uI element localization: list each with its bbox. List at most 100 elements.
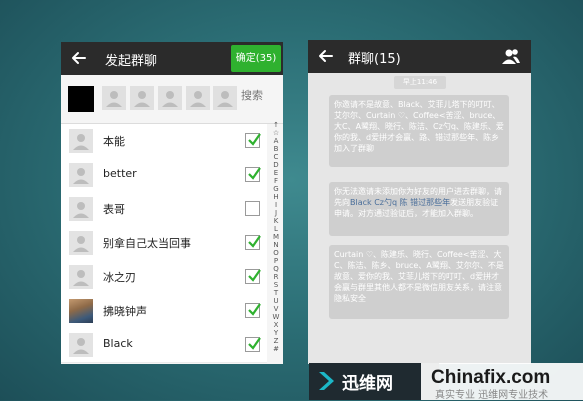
index-letter[interactable]: B (270, 145, 282, 153)
contact-row[interactable]: 拂晓钟声 (61, 294, 267, 329)
contact-name: better (103, 167, 137, 180)
index-letter[interactable]: E (270, 169, 282, 177)
contact-row[interactable]: 本能 (61, 124, 267, 159)
contact-name: Black (103, 337, 133, 350)
index-letter[interactable]: L (270, 225, 282, 233)
contact-name: 冰之刃 (103, 271, 136, 284)
chat-title: 群聊(15) (348, 52, 401, 67)
selected-members-strip (61, 75, 283, 124)
index-letter[interactable]: # (270, 345, 282, 353)
contact-name: 别拿自己太当回事 (103, 237, 191, 250)
system-message-text: Curtain ♡、陈建乐、晓行、Coffee<苦涩、大C、陈洁、陈乡、bruc… (334, 250, 504, 303)
checkmark-icon (248, 337, 261, 350)
system-message: Curtain ♡、陈建乐、晓行、Coffee<苦涩、大C、陈洁、陈乡、bruc… (329, 245, 509, 319)
back-arrow-icon[interactable] (317, 47, 335, 65)
user-placeholder-icon (73, 168, 89, 184)
user-placeholder-icon (73, 134, 89, 150)
index-letter[interactable]: M (270, 233, 282, 241)
contact-name: 表哥 (103, 203, 125, 216)
selected-avatar[interactable] (68, 86, 94, 112)
page-title: 发起群聊 (105, 54, 158, 69)
empty-slot-avatar (213, 86, 237, 110)
checkmark-icon (248, 269, 261, 282)
empty-slot-avatar (130, 86, 154, 110)
contact-avatar (69, 333, 93, 357)
index-letter[interactable]: ☆ (270, 129, 282, 137)
site-watermark: 迅维网 Chinafix.com 真实专业 迅维网专业技术 (309, 363, 583, 401)
contact-checkbox[interactable] (245, 235, 261, 250)
alphabet-index-bar[interactable]: ↑ ☆ A B C D E F G H I J K L M N O P Q R S T U V W X Y Z # (270, 121, 282, 364)
user-placeholder-icon (73, 202, 89, 218)
top-bar: 群聊(15) (308, 40, 531, 73)
contact-checkbox[interactable] (245, 167, 261, 182)
contact-avatar (69, 265, 93, 289)
index-letter[interactable]: T (270, 289, 282, 297)
index-letter[interactable]: O (270, 249, 282, 257)
contact-link[interactable]: Black Cz勺q 陈 错过那些年 (350, 198, 450, 207)
system-message: 你无法邀请未添加你为好友的用户进去群聊，请先向Black Cz勺q 陈 错过那些… (329, 182, 509, 236)
user-placeholder-icon (73, 338, 89, 354)
index-letter[interactable]: U (270, 297, 282, 305)
contact-avatar (69, 163, 93, 187)
brand-name: 迅维网 (342, 374, 393, 394)
empty-slot-avatar (102, 86, 126, 110)
user-placeholder-icon (106, 91, 122, 107)
index-letter[interactable]: X (270, 321, 282, 329)
index-letter[interactable]: A (270, 137, 282, 145)
contact-checkbox[interactable] (245, 337, 261, 352)
index-letter[interactable]: S (270, 281, 282, 289)
user-placeholder-icon (190, 91, 206, 107)
group-chat-screen: 群聊(15) 早上11:46 你邀请不是故意、Black、艾菲儿塔下的叮叮、艾尔… (308, 40, 531, 364)
system-message: 你邀请不是故意、Black、艾菲儿塔下的叮叮、艾尔尔、Curtain ♡、Cof… (329, 95, 509, 167)
index-letter[interactable]: K (270, 217, 282, 225)
index-letter[interactable]: D (270, 161, 282, 169)
user-placeholder-icon (73, 236, 89, 252)
confirm-button[interactable]: 确定(35) (231, 45, 281, 72)
empty-slot-avatar (186, 86, 210, 110)
user-placeholder-icon (217, 91, 233, 107)
index-letter[interactable]: Q (270, 265, 282, 273)
index-letter[interactable]: N (270, 241, 282, 249)
checkmark-icon (248, 303, 261, 316)
contact-checkbox[interactable] (245, 303, 261, 318)
contact-avatar (69, 197, 93, 221)
user-placeholder-icon (134, 91, 150, 107)
index-letter[interactable]: ↑ (270, 121, 282, 129)
index-letter[interactable]: V (270, 305, 282, 313)
index-letter[interactable]: F (270, 177, 282, 185)
create-group-screen: 发起群聊 确定(35) 本能 better 表哥别拿自己太当回事冰之刃拂晓钟声 Bla… (61, 42, 283, 364)
brand-tagline: 真实专业 迅维网专业技术 (435, 390, 549, 401)
user-placeholder-icon (73, 270, 89, 286)
checkmark-icon (248, 235, 261, 248)
index-letter[interactable]: Y (270, 329, 282, 337)
contact-row[interactable]: better (61, 158, 267, 193)
index-letter[interactable]: J (270, 209, 282, 217)
index-letter[interactable]: H (270, 193, 282, 201)
group-members-icon[interactable] (501, 47, 521, 65)
contact-row[interactable]: 别拿自己太当回事 (61, 226, 267, 261)
user-placeholder-icon (162, 91, 178, 107)
checkmark-icon (248, 133, 261, 146)
contact-row[interactable]: 冰之刃 (61, 260, 267, 295)
index-letter[interactable]: Z (270, 337, 282, 345)
contact-avatar (69, 129, 93, 153)
system-message-text: 你邀请不是故意、Black、艾菲儿塔下的叮叮、艾尔尔、Curtain ♡、Cof… (334, 100, 504, 153)
contact-avatar (69, 231, 93, 255)
index-letter[interactable]: I (270, 201, 282, 209)
index-letter[interactable]: C (270, 153, 282, 161)
index-letter[interactable]: P (270, 257, 282, 265)
index-letter[interactable]: R (270, 273, 282, 281)
contact-row[interactable]: Black (61, 328, 267, 363)
contact-checkbox[interactable] (245, 133, 261, 148)
index-letter[interactable]: G (270, 185, 282, 193)
search-input[interactable] (241, 89, 277, 102)
empty-slot-avatar (158, 86, 182, 110)
index-letter[interactable]: W (270, 313, 282, 321)
back-arrow-icon[interactable] (70, 49, 88, 67)
top-bar: 发起群聊 确定(35) (61, 42, 283, 75)
checkmark-icon (248, 167, 261, 180)
contact-checkbox[interactable] (245, 269, 261, 284)
contact-checkbox[interactable] (245, 201, 260, 216)
message-timestamp: 早上11:46 (394, 76, 446, 89)
contact-row[interactable]: 表哥 (61, 192, 267, 227)
